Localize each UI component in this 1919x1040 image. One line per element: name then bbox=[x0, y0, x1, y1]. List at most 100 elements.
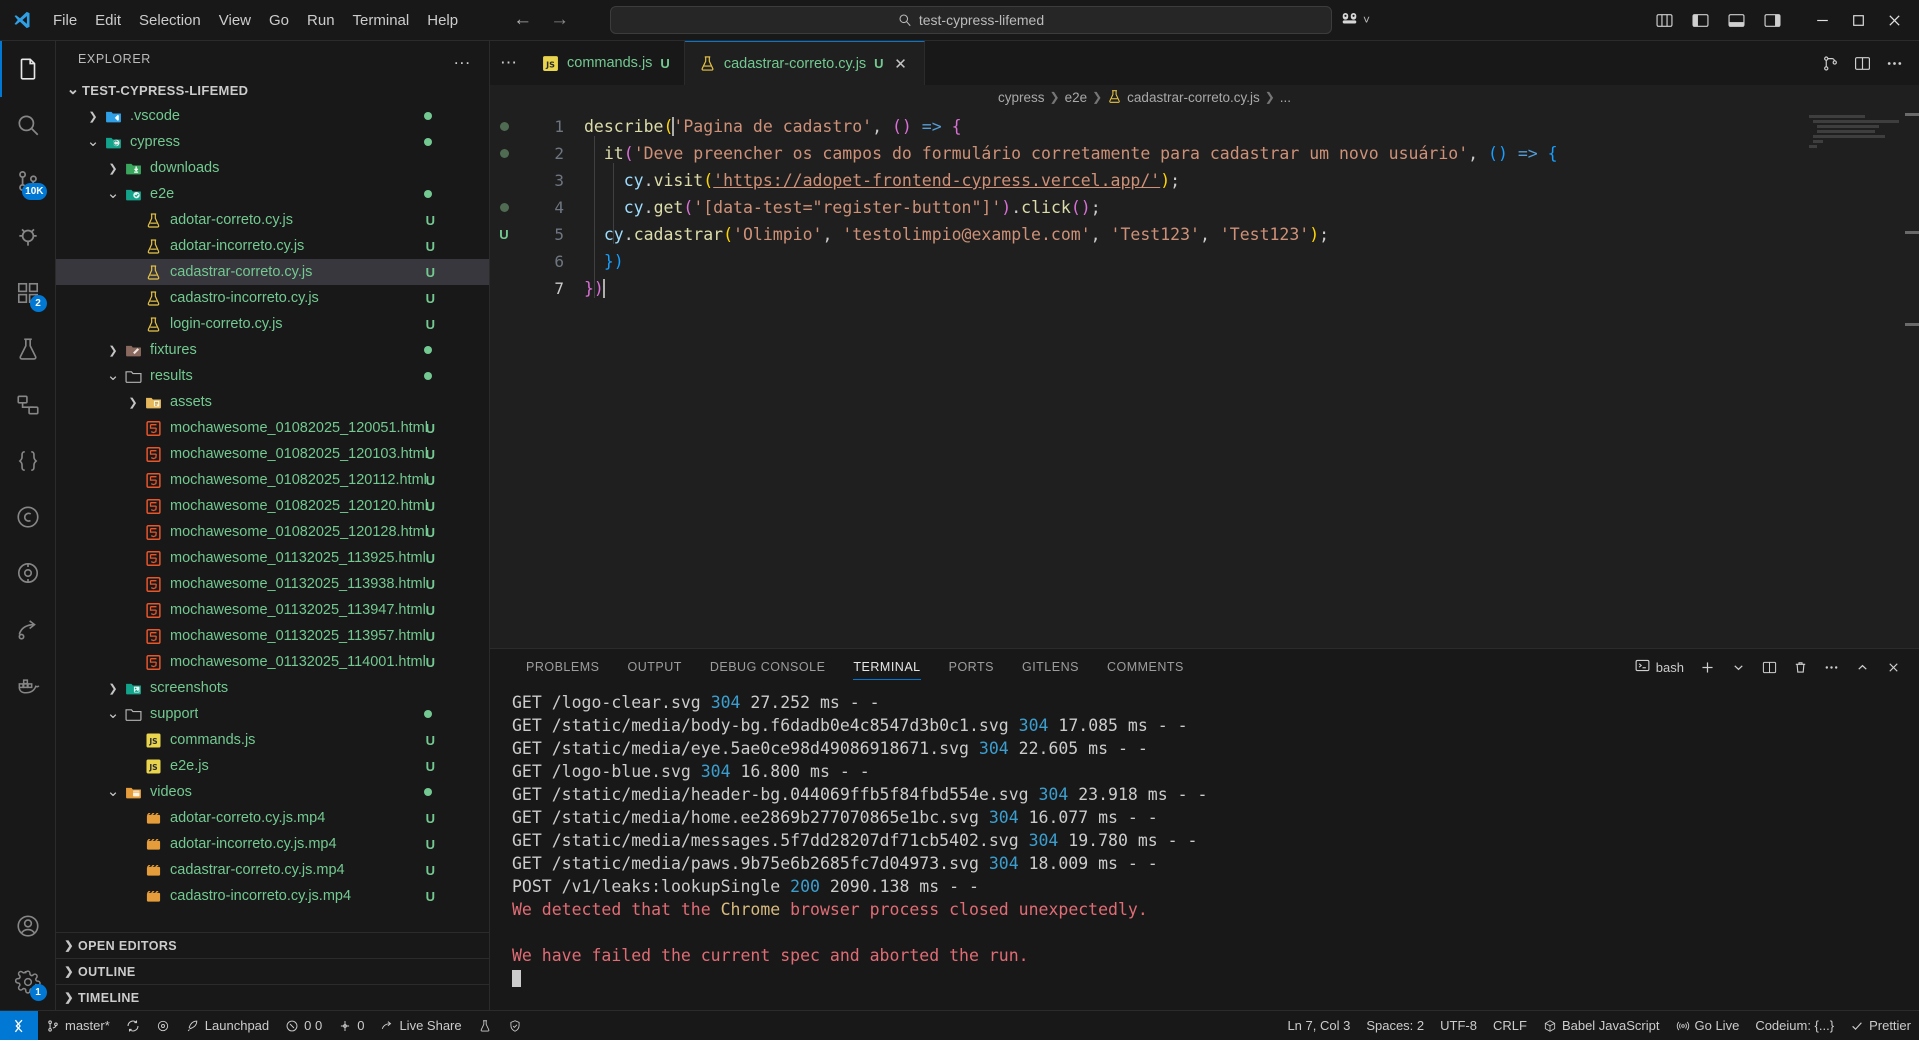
tree-row[interactable]: ⌄ videos bbox=[56, 779, 489, 805]
terminal-shell-selector[interactable]: bash bbox=[1629, 655, 1690, 679]
sidebar-item-docker[interactable] bbox=[0, 657, 56, 713]
status-ports[interactable]: 0 bbox=[330, 1011, 372, 1040]
terminal-output[interactable]: GET /logo-clear.svg 304 27.252 ms - - GET… bbox=[490, 685, 1919, 1010]
status-cursor-position[interactable]: Ln 7, Col 3 bbox=[1279, 1011, 1358, 1040]
tabs-more-actions-icon[interactable]: ⋯ bbox=[490, 41, 528, 85]
breadcrumb-e2e[interactable]: e2e bbox=[1065, 90, 1088, 105]
tree-row[interactable]: mochawesome_01132025_113957.html U bbox=[56, 623, 489, 649]
tab-debug-console[interactable]: DEBUG CONSOLE bbox=[696, 649, 840, 685]
tree-row[interactable]: cadastrar-correto.cy.js U bbox=[56, 259, 489, 285]
tab-terminal[interactable]: TERMINAL bbox=[839, 649, 934, 685]
status-go-live[interactable]: Go Live bbox=[1668, 1011, 1748, 1040]
tree-row[interactable]: mochawesome_01132025_113925.html U bbox=[56, 545, 489, 571]
tree-row[interactable]: adotar-incorreto.cy.js.mp4 U bbox=[56, 831, 489, 857]
tree-row[interactable]: ⌄ cypress bbox=[56, 129, 489, 155]
tree-row[interactable]: mochawesome_01082025_120103.html U bbox=[56, 441, 489, 467]
status-indentation[interactable]: Spaces: 2 bbox=[1358, 1011, 1432, 1040]
menu-view[interactable]: View bbox=[210, 8, 260, 33]
chevron-down-icon[interactable] bbox=[1724, 654, 1752, 680]
status-eol[interactable]: CRLF bbox=[1485, 1011, 1535, 1040]
split-editor-icon[interactable] bbox=[1815, 48, 1845, 78]
tab-comments[interactable]: COMMENTS bbox=[1093, 649, 1198, 685]
tree-row[interactable]: mochawesome_01082025_120051.html U bbox=[56, 415, 489, 441]
tree-row[interactable]: ❯ screenshots bbox=[56, 675, 489, 701]
remote-window-button[interactable] bbox=[0, 1010, 38, 1040]
tree-row[interactable]: JS e2e.js U bbox=[56, 753, 489, 779]
tree-row[interactable]: ⌄ e2e bbox=[56, 181, 489, 207]
layout-editor-icon[interactable] bbox=[1847, 48, 1877, 78]
menu-terminal[interactable]: Terminal bbox=[344, 8, 419, 33]
sidebar-item-testing[interactable] bbox=[0, 321, 56, 377]
status-gitlens[interactable] bbox=[148, 1011, 178, 1040]
tree-row[interactable]: login-correto.cy.js U bbox=[56, 311, 489, 337]
section-open-editors[interactable]: ❯ OPEN EDITORS bbox=[56, 932, 489, 958]
tree-row[interactable]: adotar-incorreto.cy.js U bbox=[56, 233, 489, 259]
tree-row[interactable]: mochawesome_01082025_120120.html U bbox=[56, 493, 489, 519]
code-url[interactable]: 'https://adopet-frontend-cypress.vercel.… bbox=[713, 171, 1160, 190]
minimize-icon[interactable] bbox=[1805, 5, 1839, 35]
tree-row[interactable]: ❯ fixtures bbox=[56, 337, 489, 363]
tree-row[interactable]: adotar-correto.cy.js U bbox=[56, 207, 489, 233]
tree-row[interactable]: ❯ downloads bbox=[56, 155, 489, 181]
menu-selection[interactable]: Selection bbox=[130, 8, 210, 33]
menu-go[interactable]: Go bbox=[260, 8, 298, 33]
tab-gitlens[interactable]: GITLENS bbox=[1008, 649, 1093, 685]
close-panel-icon[interactable] bbox=[1879, 654, 1907, 680]
tree-row[interactable]: mochawesome_01082025_120112.html U bbox=[56, 467, 489, 493]
tab-output[interactable]: OUTPUT bbox=[613, 649, 695, 685]
maximize-panel-icon[interactable] bbox=[1848, 654, 1876, 680]
sidebar-item-search[interactable] bbox=[0, 97, 56, 153]
maximize-icon[interactable] bbox=[1841, 5, 1875, 35]
tree-row[interactable]: mochawesome_01082025_120128.html U bbox=[56, 519, 489, 545]
status-language-mode[interactable]: Babel JavaScript bbox=[1535, 1011, 1668, 1040]
toggle-secondary-sidebar-icon[interactable] bbox=[1755, 5, 1789, 35]
status-git-branch[interactable]: master* bbox=[38, 1011, 118, 1040]
breadcrumb-symbol[interactable]: ... bbox=[1280, 90, 1291, 105]
sidebar-item-explorer[interactable] bbox=[0, 41, 56, 97]
sidebar-item-cypress[interactable] bbox=[0, 489, 56, 545]
sidebar-item-remote-explorer[interactable] bbox=[0, 377, 56, 433]
menu-help[interactable]: Help bbox=[418, 8, 467, 33]
sidebar-item-run-and-debug[interactable] bbox=[0, 209, 56, 265]
section-timeline[interactable]: ❯ TIMELINE bbox=[56, 984, 489, 1010]
status-codeium[interactable]: Codeium: {...} bbox=[1747, 1011, 1842, 1040]
tree-row[interactable]: mochawesome_01132025_114001.html U bbox=[56, 649, 489, 675]
sidebar-item-live-share[interactable] bbox=[0, 601, 56, 657]
tree-row[interactable]: JS commands.js U bbox=[56, 727, 489, 753]
tree-row[interactable]: ❯ assets bbox=[56, 389, 489, 415]
editor-scrollbar[interactable] bbox=[1905, 109, 1919, 648]
tree-row[interactable]: mochawesome_01132025_113947.html U bbox=[56, 597, 489, 623]
remote-indicator-titlebar[interactable]: ˅ bbox=[1340, 8, 1370, 32]
tree-root-row[interactable]: ⌄ TEST-CYPRESS-LIFEMED bbox=[56, 77, 489, 103]
arrow-left-icon[interactable]: ← bbox=[513, 9, 532, 31]
arrow-right-icon[interactable]: → bbox=[550, 9, 569, 31]
tree-row[interactable]: ❯ .vscode bbox=[56, 103, 489, 129]
code-content[interactable]: describe('Pagina de cadastro', () => { i… bbox=[564, 109, 1919, 648]
customize-layout-icon[interactable] bbox=[1647, 5, 1681, 35]
toggle-panel-icon[interactable] bbox=[1719, 5, 1753, 35]
code-editor[interactable]: U 1 2 3 4 5 6 7 describe('Pagina de cada… bbox=[490, 109, 1919, 648]
tree-row[interactable]: ⌄ support bbox=[56, 701, 489, 727]
sidebar-item-extensions[interactable]: 2 bbox=[0, 265, 56, 321]
close-icon[interactable] bbox=[1877, 5, 1911, 35]
status-problems[interactable]: 0 0 bbox=[277, 1011, 330, 1040]
toggle-primary-sidebar-icon[interactable] bbox=[1683, 5, 1717, 35]
menu-run[interactable]: Run bbox=[298, 8, 344, 33]
status-live-share[interactable]: Live Share bbox=[372, 1011, 469, 1040]
panel-more-actions-icon[interactable] bbox=[1817, 654, 1845, 680]
status-shield-check[interactable] bbox=[500, 1011, 530, 1040]
tab-ports[interactable]: PORTS bbox=[935, 649, 1008, 685]
sidebar-item-gitlens[interactable] bbox=[0, 545, 56, 601]
status-sync-changes[interactable] bbox=[118, 1011, 148, 1040]
explorer-more-actions-icon[interactable]: ... bbox=[446, 47, 479, 71]
tab-commands-js[interactable]: JS commands.js U bbox=[528, 41, 685, 85]
tree-row[interactable]: cadastro-incorreto.cy.js U bbox=[56, 285, 489, 311]
tab-cadastrar-correto[interactable]: cadastrar-correto.cy.js U ✕ bbox=[684, 41, 925, 85]
command-center-search[interactable]: test-cypress-lifemed bbox=[610, 6, 1332, 34]
tree-row[interactable]: cadastrar-correto.cy.js.mp4 U bbox=[56, 857, 489, 883]
kill-terminal-icon[interactable] bbox=[1786, 654, 1814, 680]
sidebar-item-source-control[interactable]: 10K bbox=[0, 153, 56, 209]
status-encoding[interactable]: UTF-8 bbox=[1432, 1011, 1485, 1040]
breadcrumb-cypress[interactable]: cypress bbox=[998, 90, 1045, 105]
menu-edit[interactable]: Edit bbox=[86, 8, 130, 33]
